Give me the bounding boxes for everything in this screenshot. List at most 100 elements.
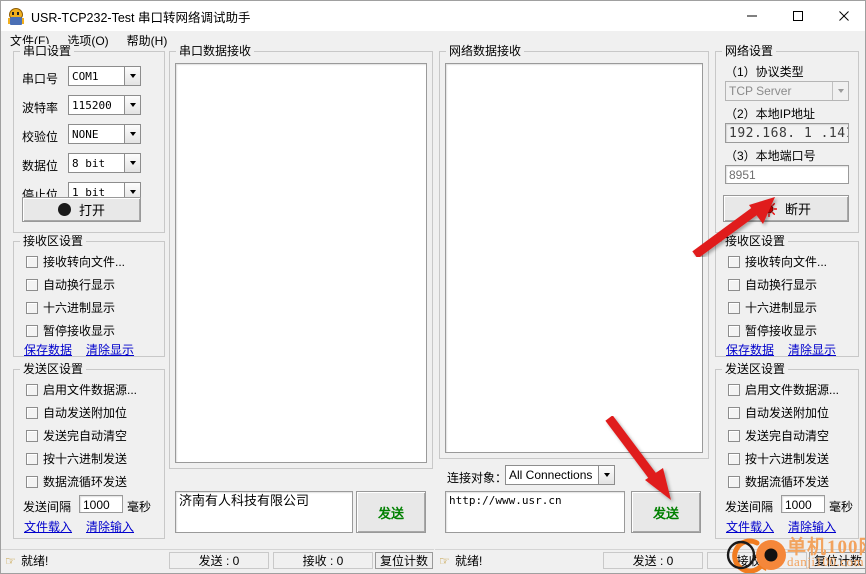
cb-net-send-loop[interactable]: 数据流循环发送 xyxy=(728,473,829,490)
checkbox-icon[interactable] xyxy=(728,406,740,419)
protocol-type-value: TCP Server xyxy=(729,84,792,98)
serial-recv-area-title: 串口数据接收 xyxy=(176,44,255,58)
cb-serial-send-filesrc[interactable]: 启用文件数据源... xyxy=(26,381,137,398)
status-right-reset-button[interactable]: 复位计数 xyxy=(809,552,865,569)
checkbox-icon[interactable] xyxy=(728,429,740,442)
serial-settings-title: 串口设置 xyxy=(20,44,75,58)
disconnect-led-icon xyxy=(760,200,778,217)
cb-net-recv-to-file[interactable]: 接收转向文件... xyxy=(728,253,827,270)
checkbox-icon[interactable] xyxy=(728,301,740,314)
cb-serial-send-autoclear[interactable]: 发送完自动清空 xyxy=(26,427,127,444)
chevron-down-icon[interactable] xyxy=(124,96,140,114)
serial-port-combo[interactable]: COM1 xyxy=(68,66,141,86)
checkbox-icon[interactable] xyxy=(728,324,740,337)
status-right-recv: 接收 : 0 xyxy=(707,552,807,569)
chevron-down-icon[interactable] xyxy=(832,82,848,100)
status-right-sent: 发送 : 0 xyxy=(603,552,703,569)
checkbox-icon[interactable] xyxy=(728,475,740,488)
network-send-button[interactable]: 发送 xyxy=(631,491,701,533)
cb-serial-send-loop[interactable]: 数据流循环发送 xyxy=(26,473,127,490)
checkbox-icon[interactable] xyxy=(26,429,38,442)
link-serial-load-file[interactable]: 文件载入 xyxy=(24,518,72,535)
cb-label: 暂停接收显示 xyxy=(43,324,116,338)
cb-label: 接收转向文件... xyxy=(43,255,126,269)
cb-serial-recv-to-file[interactable]: 接收转向文件... xyxy=(26,253,125,270)
status-left-recv: 接收 : 0 xyxy=(273,552,373,569)
maximize-button[interactable] xyxy=(775,1,821,31)
serial-send-button[interactable]: 发送 xyxy=(356,491,426,533)
serial-send-settings-title: 发送区设置 xyxy=(20,362,87,376)
cb-serial-send-hex[interactable]: 按十六进制发送 xyxy=(26,450,127,467)
cb-label: 暂停接收显示 xyxy=(745,324,818,338)
local-port-input[interactable]: 8951 xyxy=(725,165,849,184)
chevron-down-icon[interactable] xyxy=(598,466,614,484)
close-button[interactable] xyxy=(821,1,865,31)
cb-label: 数据流循环发送 xyxy=(43,475,128,489)
cb-net-recv-hex[interactable]: 十六进制显示 xyxy=(728,299,817,316)
link-serial-save-data[interactable]: 保存数据 xyxy=(24,341,72,358)
network-recv-textarea[interactable] xyxy=(445,63,703,453)
data-bits-value: 8 bit xyxy=(72,156,106,170)
cb-serial-recv-hex[interactable]: 十六进制显示 xyxy=(26,299,115,316)
chevron-down-icon[interactable] xyxy=(124,67,140,85)
checkbox-icon[interactable] xyxy=(728,278,740,291)
data-bits-combo[interactable]: 8 bit xyxy=(68,153,141,173)
cb-label: 按十六进制发送 xyxy=(43,452,128,466)
link-net-save-data[interactable]: 保存数据 xyxy=(726,341,774,358)
open-led-icon xyxy=(57,203,71,216)
cb-net-recv-autowrap[interactable]: 自动换行显示 xyxy=(728,276,817,293)
checkbox-icon[interactable] xyxy=(728,255,740,268)
checkbox-icon[interactable] xyxy=(26,383,38,396)
cb-net-send-append[interactable]: 自动发送附加位 xyxy=(728,404,829,421)
link-net-clear-display[interactable]: 清除显示 xyxy=(788,341,836,358)
cb-label: 启用文件数据源... xyxy=(745,383,840,397)
data-bits-label: 数据位 xyxy=(22,159,59,173)
link-net-load-file[interactable]: 文件载入 xyxy=(726,518,774,535)
status-left-reset-button[interactable]: 复位计数 xyxy=(375,552,433,569)
chevron-down-icon[interactable] xyxy=(124,154,140,172)
cb-net-send-autoclear[interactable]: 发送完自动清空 xyxy=(728,427,829,444)
cb-serial-recv-pause[interactable]: 暂停接收显示 xyxy=(26,322,115,339)
checkbox-icon[interactable] xyxy=(26,278,38,291)
checkbox-icon[interactable] xyxy=(728,452,740,465)
net-interval-input[interactable]: 1000 xyxy=(781,495,825,513)
cb-serial-recv-autowrap[interactable]: 自动换行显示 xyxy=(26,276,115,293)
status-bar-right: ☞ 就绪! 发送 : 0 接收 : 0 复位计数 xyxy=(435,549,865,571)
menu-help[interactable]: 帮助(H) xyxy=(125,31,170,50)
status-bar-left: ☞ 就绪! 发送 : 0 接收 : 0 复位计数 xyxy=(1,549,434,571)
cb-label: 发送完自动清空 xyxy=(43,429,128,443)
cb-label: 自动换行显示 xyxy=(745,278,818,292)
serial-send-input[interactable]: 济南有人科技有限公司 xyxy=(175,491,353,533)
cb-net-send-filesrc[interactable]: 启用文件数据源... xyxy=(728,381,839,398)
baud-rate-combo[interactable]: 115200 xyxy=(68,95,141,115)
checkbox-icon[interactable] xyxy=(26,406,38,419)
minimize-button[interactable] xyxy=(729,1,775,31)
open-serial-button[interactable]: 打开 xyxy=(22,197,141,222)
checkbox-icon[interactable] xyxy=(728,383,740,396)
link-net-clear-input[interactable]: 清除输入 xyxy=(788,518,836,535)
serial-recv-textarea[interactable] xyxy=(175,63,427,463)
chevron-down-icon[interactable] xyxy=(124,125,140,143)
checkbox-icon[interactable] xyxy=(26,324,38,337)
cb-label: 数据流循环发送 xyxy=(745,475,830,489)
serial-interval-input[interactable]: 1000 xyxy=(79,495,123,513)
protocol-type-combo[interactable]: TCP Server xyxy=(725,81,849,101)
cb-serial-send-append[interactable]: 自动发送附加位 xyxy=(26,404,127,421)
checkbox-icon[interactable] xyxy=(26,301,38,314)
connection-target-combo[interactable]: All Connections xyxy=(505,465,615,485)
cb-net-send-hex[interactable]: 按十六进制发送 xyxy=(728,450,829,467)
checkbox-icon[interactable] xyxy=(26,255,38,268)
local-ip-input[interactable]: 192.168. 1 .141 xyxy=(725,123,849,143)
cb-label: 自动发送附加位 xyxy=(43,406,128,420)
parity-combo[interactable]: NONE xyxy=(68,124,141,144)
network-send-input[interactable]: http://www.usr.cn xyxy=(445,491,625,533)
disconnect-button[interactable]: 断开 xyxy=(723,195,849,222)
checkbox-icon[interactable] xyxy=(26,475,38,488)
link-serial-clear-display[interactable]: 清除显示 xyxy=(86,341,134,358)
cb-label: 发送完自动清空 xyxy=(745,429,830,443)
checkbox-icon[interactable] xyxy=(26,452,38,465)
window-title: USR-TCP232-Test 串口转网络调试助手 xyxy=(31,10,251,25)
cb-net-recv-pause[interactable]: 暂停接收显示 xyxy=(728,322,817,339)
open-serial-label: 打开 xyxy=(78,203,105,218)
link-serial-clear-input[interactable]: 清除输入 xyxy=(86,518,134,535)
